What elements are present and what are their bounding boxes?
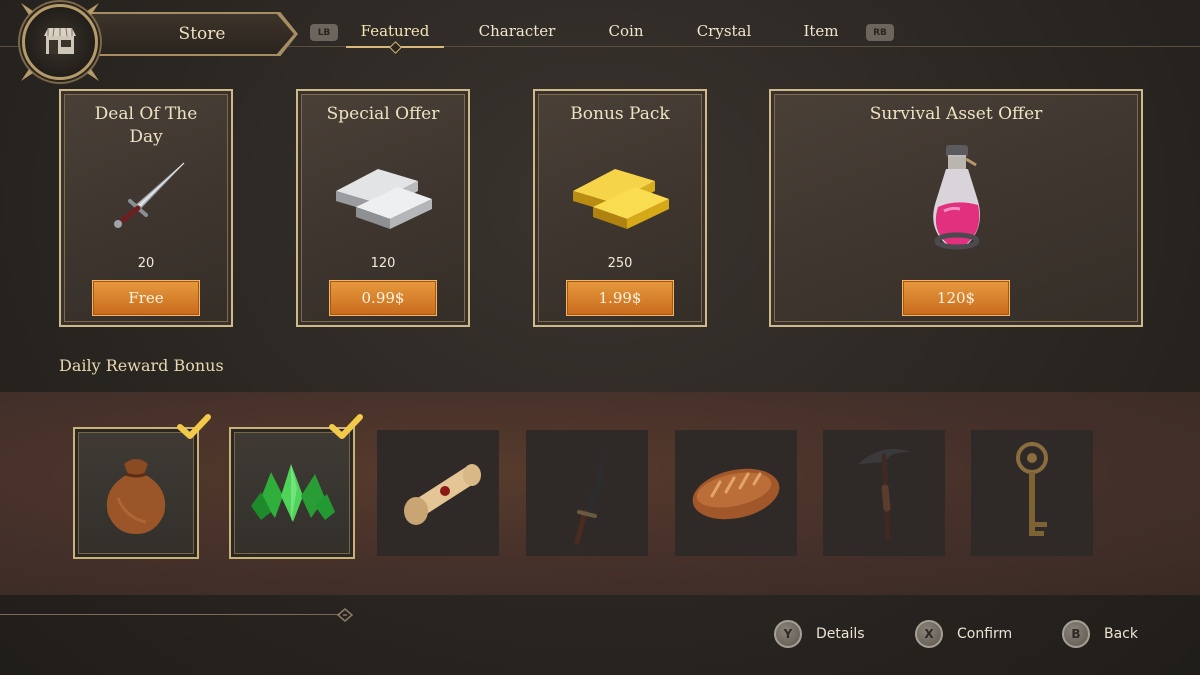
potion-icon [933, 145, 980, 250]
back-hint[interactable]: B Back [1062, 620, 1138, 648]
tab-coin[interactable]: Coin [596, 22, 656, 40]
reward-slot-day-2[interactable] [229, 427, 355, 559]
offer-amount: 20 [137, 256, 155, 271]
offer-title: Deal Of The Day [94, 104, 198, 147]
store-title: Store [178, 24, 226, 44]
dagger-icon [114, 162, 185, 228]
pickaxe-icon [858, 448, 910, 541]
store-header: Store LB Featured Character Coin Crystal… [0, 0, 1200, 81]
reward-slot-day-1[interactable] [73, 427, 199, 559]
key-icon [1016, 442, 1048, 536]
confirm-hint[interactable]: X Confirm [915, 620, 1012, 648]
store-banner: Store [80, 14, 294, 54]
active-tab-marker [389, 41, 402, 54]
scroll-icon [404, 464, 481, 525]
green-crystals-icon [251, 464, 335, 522]
price-button-1-99[interactable]: 1.99$ [566, 280, 674, 316]
silver-bars-icon [336, 169, 432, 229]
bread-icon [692, 468, 780, 520]
x-button-icon: X [915, 620, 943, 648]
daily-reward-title: Daily Reward Bonus [59, 356, 224, 375]
rb-bumper-button[interactable]: RB [866, 24, 894, 41]
coin-pouch-icon [106, 459, 166, 534]
offer-card-special-offer[interactable]: Special Offer 120 0.99$ [296, 89, 470, 327]
reward-slot-day-3[interactable] [377, 430, 499, 556]
offer-title: Survival Asset Offer [869, 104, 1043, 124]
arrow-right-icon [336, 608, 354, 622]
reward-slot-day-6[interactable] [823, 430, 945, 556]
tab-character[interactable]: Character [468, 22, 566, 40]
checkmark-icon [177, 414, 211, 439]
price-button-120[interactable]: 120$ [902, 280, 1010, 316]
tab-featured[interactable]: Featured [346, 22, 444, 40]
tab-crystal[interactable]: Crystal [688, 22, 760, 40]
offer-title: Special Offer [326, 104, 440, 124]
store-emblem [21, 3, 99, 81]
footer-divider [0, 614, 340, 615]
scimitar-icon [574, 442, 605, 545]
offer-card-survival-asset[interactable]: Survival Asset Offer 120$ [769, 89, 1143, 327]
reward-slot-day-7[interactable] [971, 430, 1093, 556]
lb-bumper-button[interactable]: LB [310, 24, 338, 41]
emblem-spikes [21, 3, 99, 81]
offer-card-deal-of-the-day[interactable]: Deal Of The Day 20 Free [59, 89, 233, 327]
gold-bars-icon [573, 169, 669, 229]
checkmark-icon [329, 414, 363, 439]
reward-slot-day-5[interactable] [675, 430, 797, 556]
details-hint[interactable]: Y Details [774, 620, 865, 648]
tab-item[interactable]: Item [796, 22, 846, 40]
offer-amount: 250 [607, 256, 633, 271]
reward-slot-day-4[interactable] [526, 430, 648, 556]
offer-amount: 120 [370, 256, 396, 271]
y-button-icon: Y [774, 620, 802, 648]
offer-card-bonus-pack[interactable]: Bonus Pack 250 1.99$ [533, 89, 707, 327]
details-label: Details [816, 626, 865, 642]
back-label: Back [1104, 626, 1138, 642]
offer-title: Bonus Pack [570, 104, 670, 124]
b-button-icon: B [1062, 620, 1090, 648]
confirm-label: Confirm [957, 626, 1013, 642]
price-button-0-99[interactable]: 0.99$ [329, 280, 437, 316]
price-button-free[interactable]: Free [92, 280, 200, 316]
